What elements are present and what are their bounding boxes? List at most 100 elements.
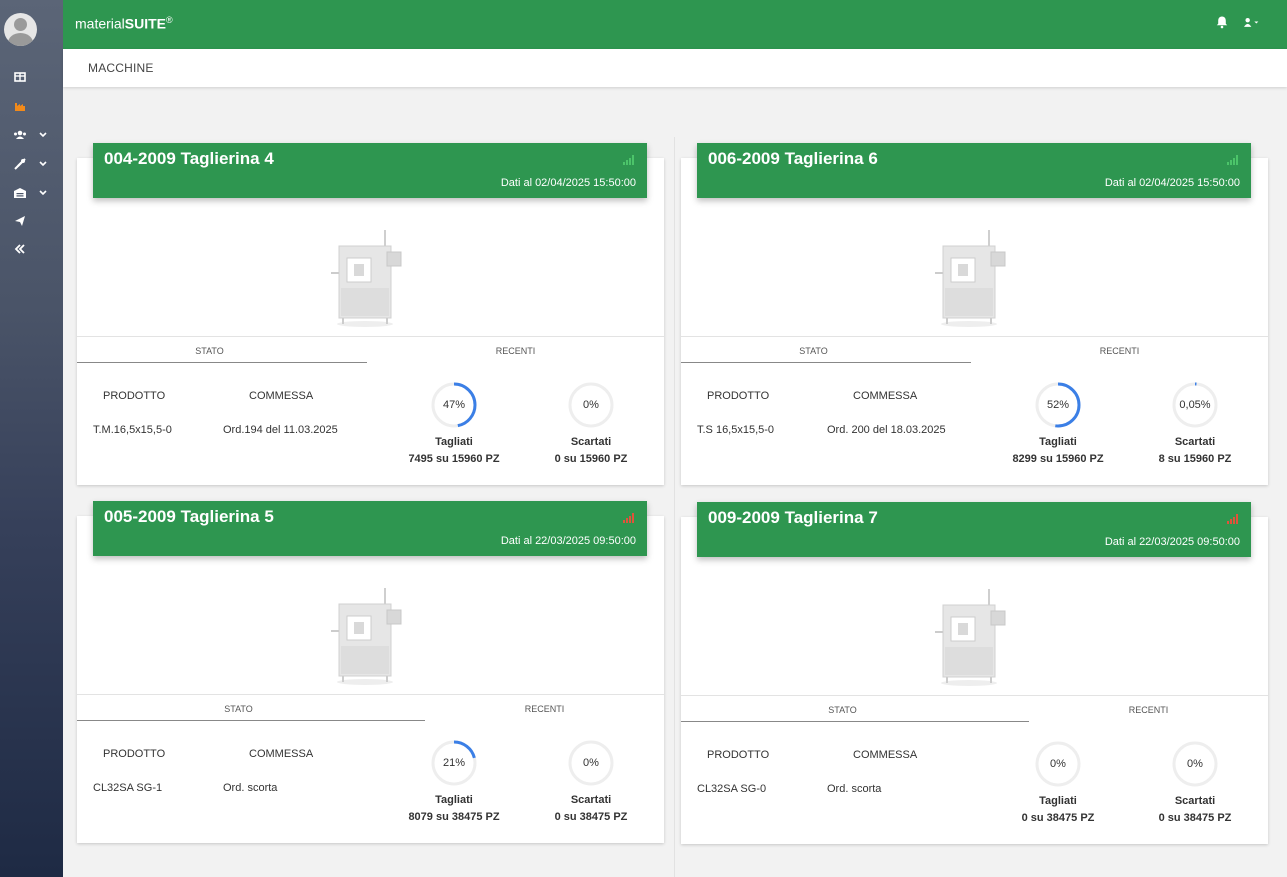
tagliati-label: Tagliati [1039, 795, 1077, 807]
card-header[interactable]: 006-2009 Taglierina 6 Dati al 02/04/2025… [697, 143, 1251, 198]
scartati-label: Scartati [570, 436, 612, 448]
commessa-label: COMMESSA [853, 749, 918, 761]
tab-stato[interactable]: STATO [681, 346, 946, 356]
tagliati-count: 0 su 38475 PZ [1021, 812, 1095, 824]
tools-icon [14, 158, 26, 170]
sidebar-item-tools[interactable] [0, 155, 63, 175]
scartati-percent: 0% [583, 757, 599, 769]
tagliati-label: Tagliati [1039, 436, 1077, 448]
scartati-label: Scartati [1174, 795, 1216, 807]
scartati-label: Scartati [570, 794, 612, 806]
dashboard-icon [14, 72, 26, 82]
commessa-value: Ord. scorta [223, 782, 278, 794]
breadcrumb: MACCHINE [63, 49, 1287, 87]
card-divider [681, 336, 1268, 337]
sidebar-item-factory[interactable] [0, 97, 63, 117]
machine-card[interactable]: 006-2009 Taglierina 6 Dati al 02/04/2025… [681, 143, 1268, 485]
sidebar-item-warehouse[interactable] [0, 184, 63, 204]
scartati-percent: 0,05% [1179, 399, 1211, 411]
prodotto-label: PRODOTTO [103, 748, 166, 760]
tab-stato[interactable]: STATO [77, 704, 400, 714]
card-header[interactable]: 009-2009 Taglierina 7 Dati al 22/03/2025… [697, 502, 1251, 557]
chevron-down-icon [39, 190, 47, 196]
tab-stato[interactable]: STATO [77, 346, 342, 356]
commessa-value: Ord. scorta [827, 783, 882, 795]
machine-title: 005-2009 Taglierina 5 [104, 507, 274, 526]
breadcrumb-macchine[interactable]: MACCHINE [88, 61, 154, 75]
bell-icon[interactable] [1215, 15, 1229, 29]
tab-stato[interactable]: STATO [681, 705, 1004, 715]
avatar-head [14, 18, 27, 31]
user-menu-icon[interactable] [1243, 15, 1259, 30]
machine-card[interactable]: 004-2009 Taglierina 4 Dati al 02/04/2025… [77, 143, 664, 485]
prodotto-value: CL32SA SG-1 [93, 782, 163, 794]
machine-image [931, 587, 1011, 687]
card-header[interactable]: 005-2009 Taglierina 5 Dati al 22/03/2025… [93, 501, 647, 556]
prodotto-label: PRODOTTO [707, 390, 770, 402]
prodotto-value: T.S 16,5x15,5-0 [697, 424, 775, 436]
top-bar: materialSUITE® [63, 0, 1287, 49]
tagliati-label: Tagliati [435, 436, 473, 448]
commessa-label: COMMESSA [249, 390, 314, 402]
tab-active-indicator [681, 721, 1029, 722]
prodotto-label: PRODOTTO [103, 390, 166, 402]
tagliati-percent: 0% [1050, 758, 1066, 770]
column-separator [674, 137, 675, 877]
sidebar-item-users[interactable] [0, 126, 63, 146]
tab-recenti[interactable]: RECENTI [435, 704, 654, 714]
warehouse-icon [14, 188, 26, 198]
users-icon [14, 130, 26, 139]
data-timestamp: Dati al 02/04/2025 15:50:00 [1104, 177, 1240, 189]
machine-card[interactable]: 009-2009 Taglierina 7 Dati al 22/03/2025… [681, 502, 1268, 844]
tab-recenti[interactable]: RECENTI [1039, 705, 1258, 715]
tab-active-indicator [77, 720, 425, 721]
scartati-count: 0 su 38475 PZ [554, 811, 628, 823]
commessa-label: COMMESSA [249, 748, 314, 760]
prodotto-value: CL32SA SG-0 [697, 783, 767, 795]
tab-recenti[interactable]: RECENTI [377, 346, 654, 356]
scartati-count: 0 su 38475 PZ [1158, 812, 1232, 824]
brand-prefix: material [75, 15, 125, 32]
scartati-count: 0 su 15960 PZ [554, 453, 628, 465]
avatar[interactable] [4, 13, 37, 46]
scartati-percent: 0% [1187, 758, 1203, 770]
scartati-percent: 0% [583, 399, 599, 411]
machine-image [931, 228, 1011, 328]
sidebar-item-dashboard[interactable] [0, 68, 63, 88]
prodotto-value: T.M.16,5x15,5-0 [93, 424, 172, 436]
card-header[interactable]: 004-2009 Taglierina 4 Dati al 02/04/2025… [93, 143, 647, 198]
card-divider [77, 336, 664, 337]
tab-recenti[interactable]: RECENTI [981, 346, 1258, 356]
commessa-label: COMMESSA [853, 390, 918, 402]
collapse-icon [14, 244, 25, 254]
card-divider [681, 695, 1268, 696]
commessa-value: Ord. 200 del 18.03.2025 [827, 424, 946, 436]
signal-strength-icon [623, 513, 634, 523]
machine-image [327, 228, 407, 328]
factory-icon [15, 103, 25, 111]
chevron-down-icon [39, 161, 47, 167]
avatar-body [8, 33, 33, 46]
machine-image [327, 586, 407, 686]
signal-strength-icon [1227, 155, 1238, 165]
machine-card[interactable]: 005-2009 Taglierina 5 Dati al 22/03/2025… [77, 501, 664, 843]
sidebar [0, 0, 63, 877]
machine-title: 006-2009 Taglierina 6 [708, 149, 878, 168]
tab-active-indicator [681, 362, 971, 363]
sidebar-item-send[interactable] [0, 212, 63, 232]
chevron-down-icon [39, 132, 47, 138]
brand-logo[interactable]: materialSUITE® [75, 15, 173, 32]
data-timestamp: Dati al 22/03/2025 09:50:00 [1104, 536, 1240, 548]
prodotto-label: PRODOTTO [707, 749, 770, 761]
machine-title: 004-2009 Taglierina 4 [104, 149, 274, 168]
data-timestamp: Dati al 22/03/2025 09:50:00 [500, 535, 636, 547]
send-icon [15, 216, 25, 226]
tagliati-percent: 52% [1046, 399, 1070, 411]
data-timestamp: Dati al 02/04/2025 15:50:00 [500, 177, 636, 189]
tagliati-count: 7495 su 15960 PZ [408, 453, 500, 465]
machine-title: 009-2009 Taglierina 7 [708, 508, 878, 527]
scartati-count: 8 su 15960 PZ [1158, 453, 1232, 465]
sidebar-collapse[interactable] [0, 240, 63, 260]
tagliati-percent: 21% [442, 757, 466, 769]
card-divider [77, 694, 664, 695]
